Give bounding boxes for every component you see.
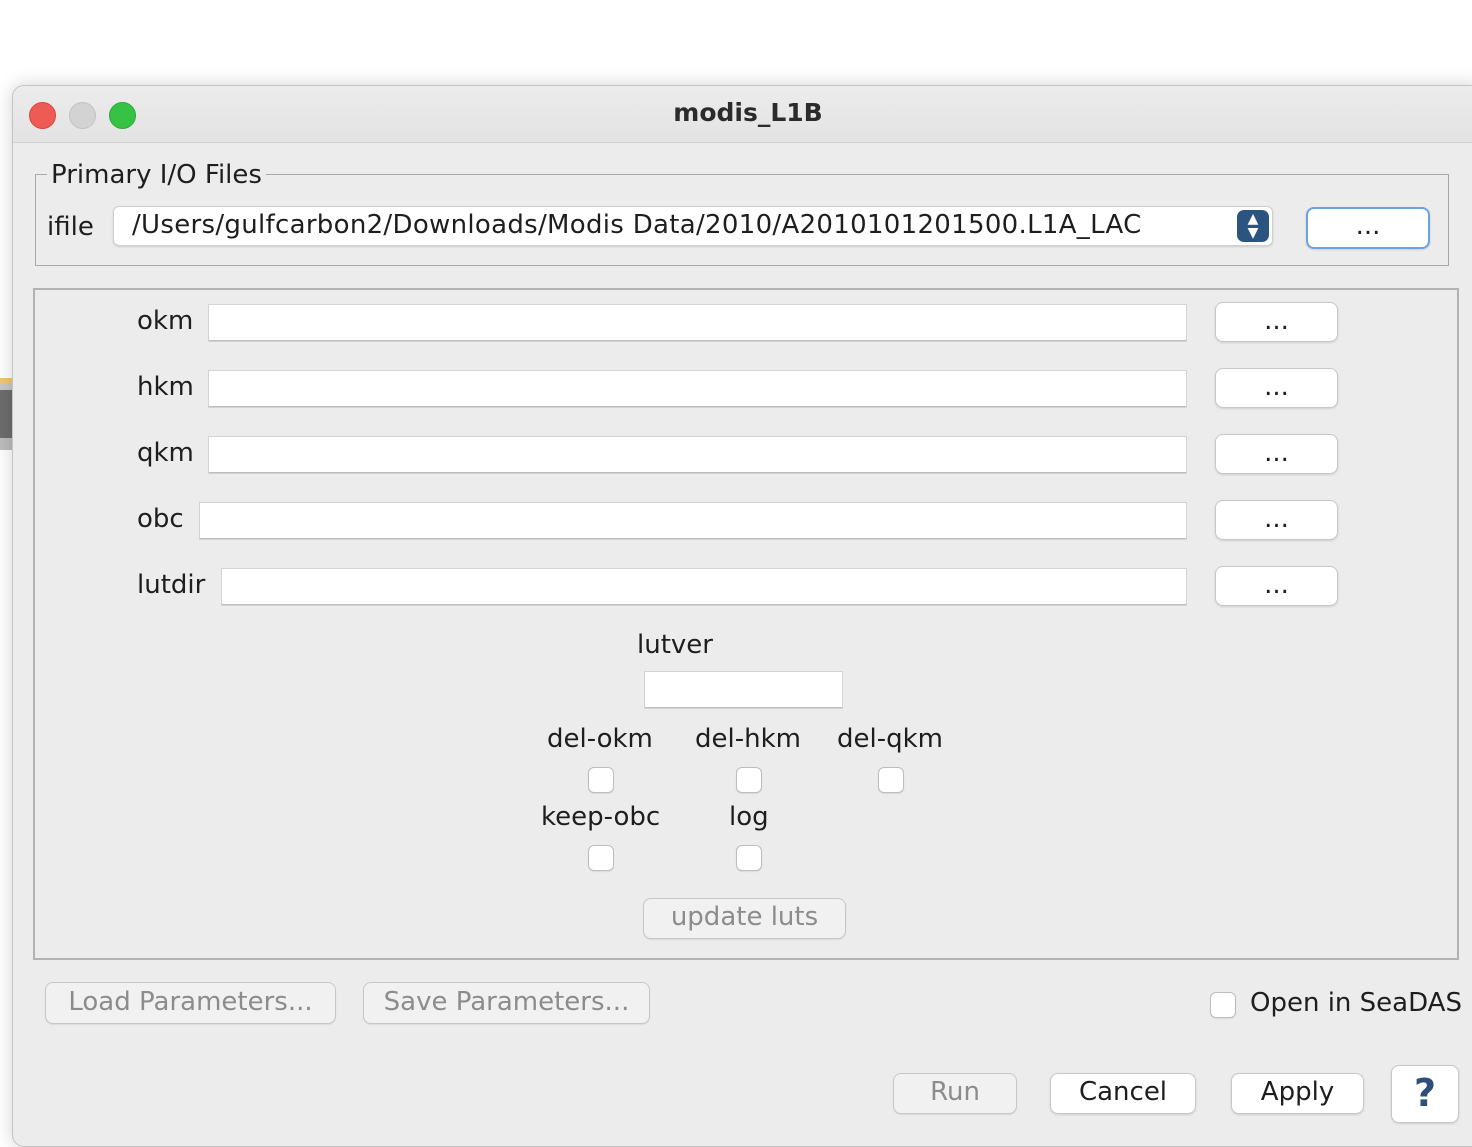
updown-chevron-icon[interactable]: ▲ ▼ [1237,210,1269,242]
del-okm-checkbox[interactable] [588,767,614,793]
okm-label: okm [137,306,194,336]
hkm-input[interactable] [208,370,1187,408]
lutdir-label: lutdir [137,570,206,600]
help-button[interactable]: ? [1391,1065,1459,1123]
ifile-browse-button[interactable]: ... [1306,207,1430,249]
ifile-combo[interactable]: /Users/gulfcarbon2/Downloads/Modis Data/… [113,206,1273,246]
lutdir-input[interactable] [221,568,1187,606]
qkm-browse-button[interactable]: ... [1215,434,1338,474]
run-button[interactable]: Run [893,1073,1017,1114]
qkm-label: qkm [137,438,194,468]
open-in-seadas-label: Open in SeaDAS [1250,988,1462,1018]
update-luts-button[interactable]: update luts [643,898,846,939]
modis-l1b-dialog: modis_L1B Primary I/O Files ifile /Users… [12,85,1472,1147]
del-qkm-label: del-qkm [837,724,943,754]
window-title: modis_L1B [673,98,823,127]
ifile-value: /Users/gulfcarbon2/Downloads/Modis Data/… [132,210,1142,240]
log-checkbox[interactable] [736,845,762,871]
del-hkm-checkbox[interactable] [736,767,762,793]
lutver-input[interactable] [644,671,843,709]
lutdir-browse-button[interactable]: ... [1215,566,1338,606]
primary-io-group-title: Primary I/O Files [47,160,266,190]
obc-label: obc [137,504,184,534]
background-window-edge [0,378,12,450]
del-qkm-checkbox[interactable] [878,767,904,793]
del-hkm-label: del-hkm [695,724,801,754]
ifile-label: ifile [47,212,94,242]
cancel-button[interactable]: Cancel [1050,1073,1196,1114]
qkm-input[interactable] [208,436,1187,474]
log-label: log [729,802,769,832]
hkm-label: hkm [137,372,194,402]
keep-obc-checkbox[interactable] [588,845,614,871]
del-okm-label: del-okm [547,724,653,754]
save-parameters-button[interactable]: Save Parameters... [363,982,650,1024]
okm-browse-button[interactable]: ... [1215,302,1338,342]
lutver-label: lutver [637,630,713,660]
apply-button[interactable]: Apply [1231,1073,1364,1114]
load-parameters-button[interactable]: Load Parameters... [45,982,336,1024]
title-bar: modis_L1B [13,86,1472,143]
okm-input[interactable] [208,304,1187,342]
keep-obc-label: keep-obc [541,802,661,832]
open-in-seadas-checkbox[interactable] [1210,992,1236,1018]
obc-browse-button[interactable]: ... [1215,500,1338,540]
obc-input[interactable] [199,502,1187,540]
hkm-browse-button[interactable]: ... [1215,368,1338,408]
